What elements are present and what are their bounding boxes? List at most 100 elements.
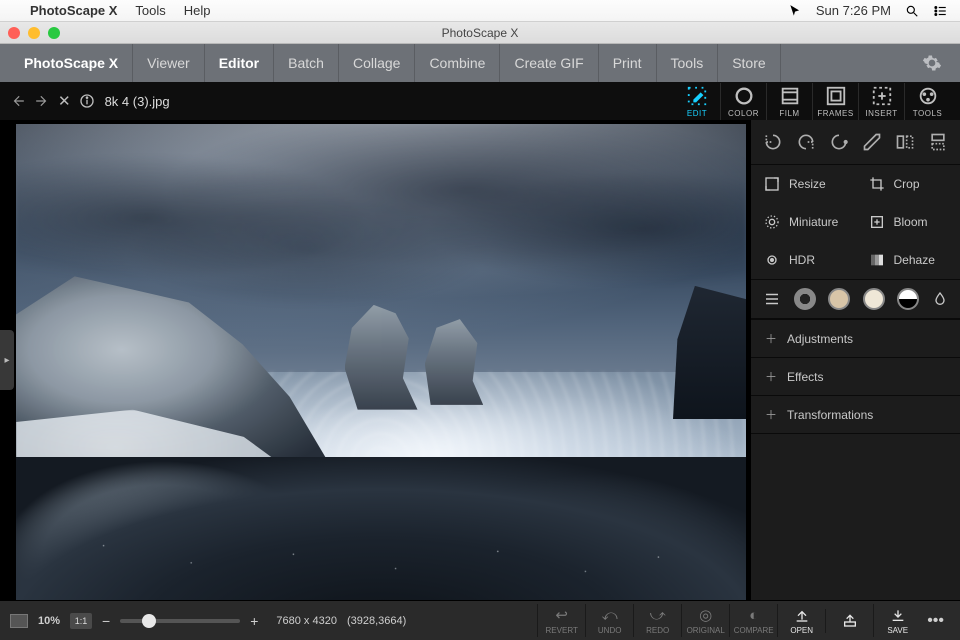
panel-miniature[interactable]: Miniature [751,203,856,241]
tooltab-insert[interactable]: INSERT [858,83,904,120]
compare-label: COMPARE [734,626,774,635]
original-button[interactable]: ◎ORIGINAL [681,604,729,637]
save-label: SAVE [887,626,908,635]
tooltab-color[interactable]: COLOR [720,83,766,120]
macos-menubar: PhotoScape X Tools Help Sun 7:26 PM [0,0,960,22]
tooltab-insert-label: INSERT [865,109,897,118]
swatch-1[interactable] [794,288,816,310]
crop-icon [868,175,886,193]
menubar-item-help[interactable]: Help [184,3,211,18]
tab-batch[interactable]: Batch [274,44,339,82]
left-panel-toggle[interactable]: ▸ [0,330,14,390]
undo-button[interactable]: ⤺UNDO [585,604,633,637]
tooltab-color-label: COLOR [728,109,759,118]
dehaze-icon [868,251,886,269]
droplet-icon[interactable] [932,290,948,308]
file-header: ✕ 8k 4 (3).jpg EDIT COLOR FILM FRAMES [0,82,960,120]
tab-tools[interactable]: Tools [657,44,719,82]
section-adjustments[interactable]: ＋ Adjustments [751,319,960,357]
revert-label: REVERT [546,626,578,635]
zoom-percent[interactable]: 10% [38,615,60,627]
original-icon: ◎ [699,606,712,624]
frames-icon [825,85,847,107]
menubar-clock[interactable]: Sun 7:26 PM [816,3,891,18]
tooltab-tools-label: TOOLS [913,109,942,118]
panel-bloom-label: Bloom [894,215,928,229]
tooltab-edit[interactable]: EDIT [674,83,720,120]
flip-vertical-icon[interactable] [926,130,950,154]
swatch-3[interactable] [863,288,885,310]
plus-icon: ＋ [765,406,777,423]
tooltab-film[interactable]: FILM [766,83,812,120]
navigator-thumb[interactable] [10,614,28,628]
spotlight-icon[interactable] [905,4,919,18]
image-canvas[interactable] [16,124,746,600]
tab-store[interactable]: Store [718,44,780,82]
redo-button[interactable]: ⤻REDO [633,604,681,637]
panel-resize[interactable]: Resize [751,165,856,203]
share-button[interactable] [825,609,873,633]
zoom-in-icon[interactable]: + [250,613,258,629]
flip-horizontal-icon[interactable] [893,130,917,154]
canvas-area: ▸ [0,120,750,600]
bloom-icon [868,213,886,231]
zoom-slider-knob[interactable] [142,614,156,628]
tooltab-frames[interactable]: FRAMES [812,83,858,120]
menubar-app-name[interactable]: PhotoScape X [30,3,117,18]
zoom-out-icon[interactable]: − [102,613,110,629]
resize-icon [763,175,781,193]
menubar-item-tools[interactable]: Tools [135,3,165,18]
swatch-4[interactable] [897,288,919,310]
tooltab-tools[interactable]: TOOLS [904,83,950,120]
open-icon [794,606,810,624]
rotate-cw-icon[interactable] [794,130,818,154]
preset-swatch-row [751,280,960,319]
panel-hdr[interactable]: HDR [751,241,856,279]
film-icon [779,85,801,107]
window-titlebar: PhotoScape X [0,22,960,44]
rotate-ccw-icon[interactable] [761,130,785,154]
tab-photoscape-x[interactable]: PhotoScape X [10,44,133,82]
save-button[interactable]: SAVE [873,604,921,637]
hdr-icon [763,251,781,269]
file-info-icon[interactable] [79,93,95,109]
rotate-angle-icon[interactable] [827,130,851,154]
tab-collage[interactable]: Collage [339,44,415,82]
section-transformations[interactable]: ＋ Transformations [751,395,960,434]
plus-icon: ＋ [765,330,777,347]
insert-icon [871,85,893,107]
panel-bloom[interactable]: Bloom [856,203,960,241]
preset-list-icon[interactable] [763,290,781,308]
section-effects[interactable]: ＋ Effects [751,357,960,395]
menu-list-icon[interactable] [933,4,948,18]
undo-icon: ⤺ [602,606,618,624]
open-button[interactable]: OPEN [777,604,825,637]
window-title: PhotoScape X [0,26,960,40]
tab-editor[interactable]: Editor [205,44,274,82]
nav-forward-icon[interactable] [34,94,50,108]
zoom-slider[interactable] [120,619,240,623]
more-menu-icon[interactable]: ••• [921,612,950,630]
close-file-icon[interactable]: ✕ [58,92,71,110]
app-body: ✕ 8k 4 (3).jpg EDIT COLOR FILM FRAMES [0,82,960,640]
nav-back-icon[interactable] [10,94,26,108]
traffic-lights[interactable] [8,27,60,39]
revert-icon: ↩ [555,606,568,624]
tab-viewer[interactable]: Viewer [133,44,205,82]
straighten-icon[interactable] [860,130,884,154]
minimize-window-button[interactable] [28,27,40,39]
tab-create-gif[interactable]: Create GIF [500,44,598,82]
tab-combine[interactable]: Combine [415,44,500,82]
zoom-1to1-button[interactable]: 1:1 [70,613,92,629]
right-panel: Resize Crop Miniature Bloom HDR [750,120,960,600]
tab-print[interactable]: Print [599,44,657,82]
panel-dehaze[interactable]: Dehaze [856,241,960,279]
compare-button[interactable]: ◐COMPARE [729,604,777,637]
close-window-button[interactable] [8,27,20,39]
panel-crop[interactable]: Crop [856,165,960,203]
swatch-2[interactable] [828,288,850,310]
revert-button[interactable]: ↩ REVERT [537,604,585,637]
maximize-window-button[interactable] [48,27,60,39]
bottom-toolbar: 10% 1:1 − + 7680 x 4320 (3928,3664) ↩REV… [0,600,960,640]
settings-gear-icon[interactable] [914,53,950,73]
